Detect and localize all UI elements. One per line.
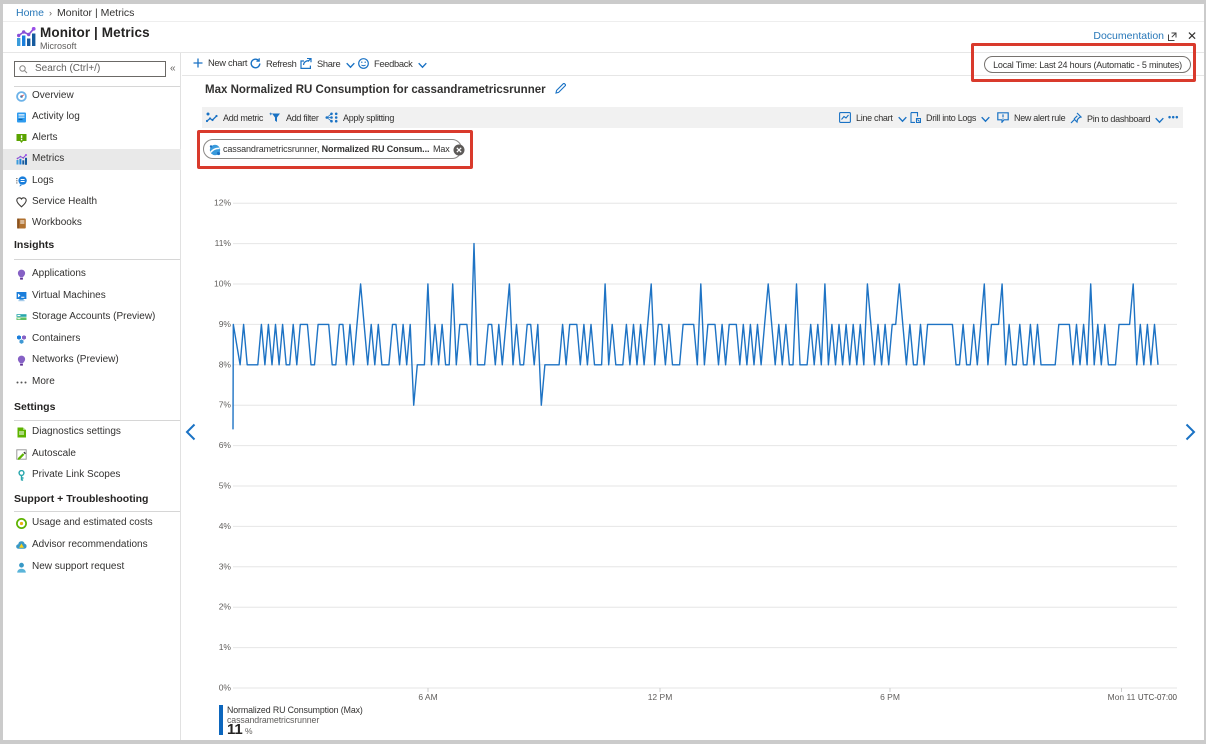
svg-text:Mon 11: Mon 11 xyxy=(1108,692,1136,702)
svg-text:3%: 3% xyxy=(219,561,232,571)
svg-text:0%: 0% xyxy=(219,683,232,693)
svg-text:6%: 6% xyxy=(219,440,232,450)
svg-text:9%: 9% xyxy=(219,319,232,329)
svg-text:6 PM: 6 PM xyxy=(880,692,900,702)
svg-text:12 PM: 12 PM xyxy=(648,692,673,702)
svg-text:7%: 7% xyxy=(219,400,232,410)
svg-text:UTC-07:00: UTC-07:00 xyxy=(1138,693,1178,702)
svg-text:8%: 8% xyxy=(219,359,232,369)
svg-text:2%: 2% xyxy=(219,602,232,612)
svg-text:4%: 4% xyxy=(219,521,232,531)
svg-text:6 AM: 6 AM xyxy=(418,692,437,702)
svg-text:11%: 11% xyxy=(215,238,232,248)
svg-text:12%: 12% xyxy=(214,198,231,208)
svg-text:5%: 5% xyxy=(219,481,232,491)
svg-text:10%: 10% xyxy=(214,279,231,289)
svg-text:1%: 1% xyxy=(219,642,232,652)
